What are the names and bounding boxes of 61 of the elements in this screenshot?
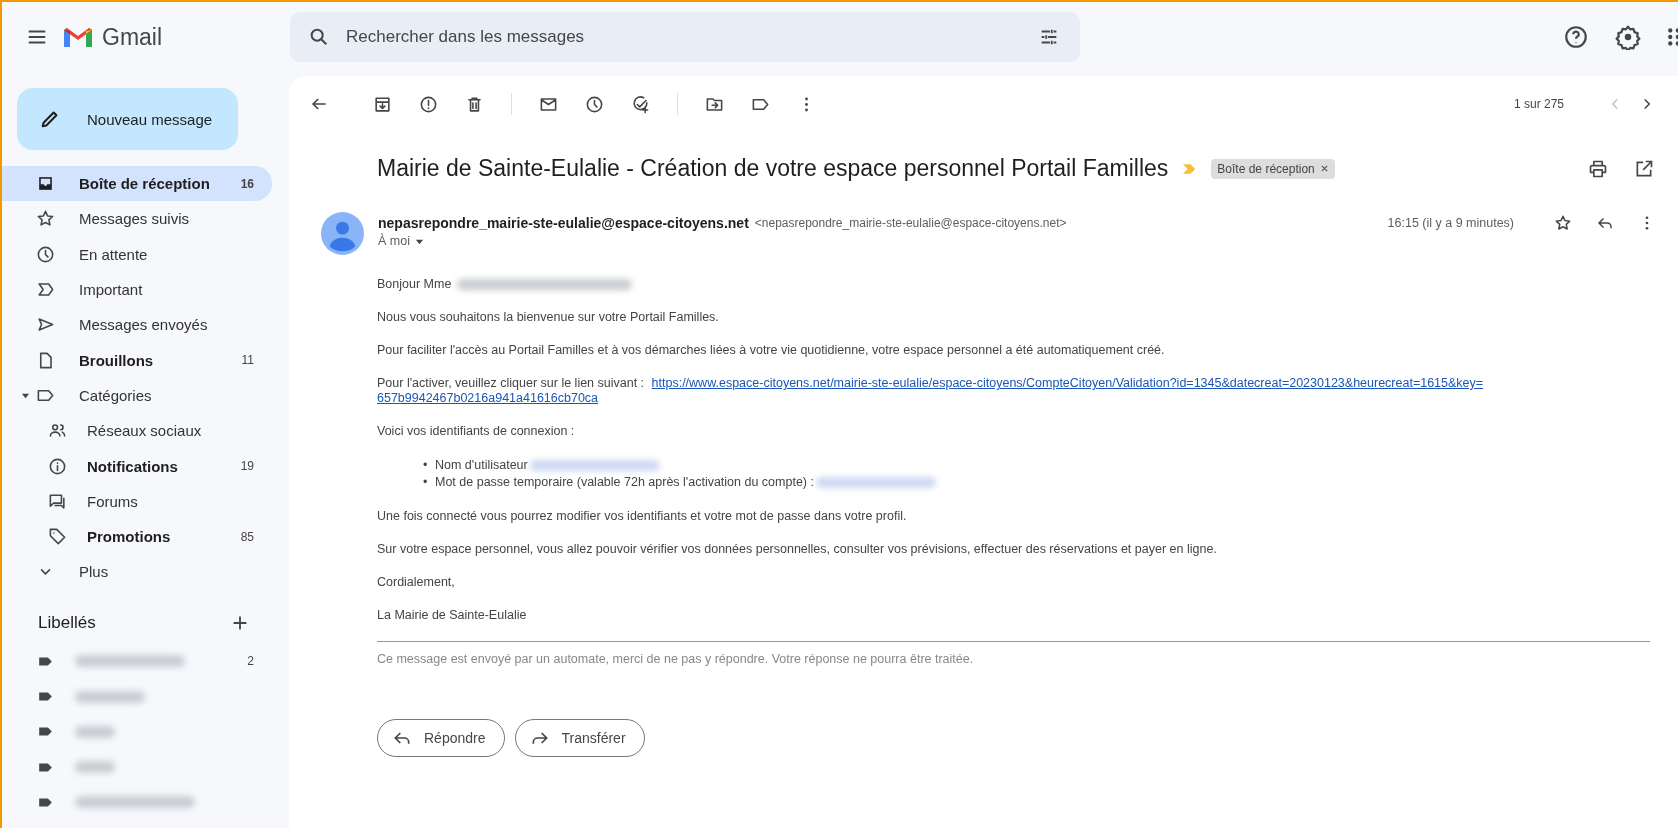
list-item: Nom d'utilisateur (435, 458, 528, 472)
add-task-icon[interactable] (631, 94, 650, 114)
archive-icon[interactable] (373, 94, 392, 114)
body-paragraph: Cordialement, (377, 574, 455, 589)
list-item: Mot de passe temporaire (valable 72h après l'activation du compte) : (435, 474, 814, 489)
open-new-window-icon[interactable] (1634, 158, 1654, 179)
importance-marker-icon[interactable] (1182, 162, 1198, 175)
app-name: Gmail (102, 23, 163, 51)
activation-link[interactable]: https://www.espace-citoyens.net/mairie-ste-eulalie/espace-citoyens/CompteCitoyen/Validation?id=1345&datecreat=20230123&heurecreat=1615&key= (651, 376, 1484, 390)
body-paragraph: Nous vous souhaitons la bienvenue sur votre Portail Familles. (377, 310, 719, 324)
tag-icon (48, 527, 67, 547)
close-icon[interactable] (1319, 164, 1329, 173)
sidebar-item[interactable]: Catégories (2, 377, 272, 414)
sidebar-item[interactable]: En attente (2, 236, 272, 272)
recipient-dropdown[interactable]: À moi (378, 234, 424, 248)
star-icon[interactable] (1554, 214, 1572, 232)
sidebar-item[interactable]: Brouillons 11 (2, 342, 272, 378)
sidebar-item[interactable]: Boîte de réception 16 (2, 166, 272, 202)
message-time: 16:15 (il y a 9 minutes) (1387, 216, 1514, 230)
bullet-marker: • (423, 457, 429, 474)
sidebar-item[interactable]: Promotions 85 (2, 518, 272, 555)
trash-icon[interactable] (465, 94, 484, 114)
forward-button[interactable]: Transférer (514, 718, 645, 757)
reply-button[interactable]: Répondre (377, 718, 505, 757)
info-icon (48, 456, 67, 476)
envelope-logo-icon (62, 25, 94, 49)
labels-heading: Libellés (38, 612, 96, 633)
footer-note: Ce message est envoyé par un automate, merci de ne pas y répondre. Votre réponse ne pourra être traitée. (377, 651, 975, 667)
print-icon[interactable] (1588, 158, 1608, 179)
body-paragraph: Une fois connecté vous pourrez modifier vos identifiants et votre mot de passe dans votre profil. (377, 508, 907, 523)
pagination-text: 1 sur 275 (1513, 97, 1564, 111)
avatar-icon (321, 212, 364, 255)
bullet-marker: • (423, 473, 429, 491)
compose-button[interactable]: Nouveau message (17, 88, 238, 150)
search-field[interactable]: Rechercher dans les messages (290, 12, 1080, 62)
body-paragraph: La Mairie de Sainte-Eulalie (377, 607, 527, 622)
body-paragraph: Pour l'activer, veuillez cliquer sur le lien suivant : (377, 376, 645, 390)
sidebar-item[interactable]: Messages suivis (2, 201, 272, 237)
chat-icon (48, 491, 67, 511)
report-spam-icon[interactable] (419, 94, 438, 114)
sender-name: nepasrepondre_mairie-ste-eulalie@espace-citoyens.net (378, 215, 749, 231)
sidebar-item[interactable]: Messages envoyés (2, 307, 272, 343)
activation-link[interactable]: 657b9942467b0216a941a41616cb70ca (377, 391, 599, 405)
sidebar-item[interactable]: Important (2, 271, 272, 308)
body-paragraph: Pour faciliter l'accès au Portail Familles et à vos démarches liées à votre vie quotidienne, votre espace personnel a été automatiquement créé. (377, 343, 1165, 357)
clock-icon[interactable] (585, 94, 604, 114)
sidebar-item[interactable]: Plus (2, 554, 272, 590)
sidebar-item[interactable]: Forums (2, 483, 272, 519)
body-paragraph: Sur votre espace personnel, vous allez pouvoir vérifier vos données personnelles, consulter vos prévisions, effectuer des réservations et payer en ligne. (377, 541, 1217, 556)
sender-address: <nepasrepondre_mairie-ste-eulalie@espace-citoyens.net> (754, 216, 1067, 230)
body-paragraph: Voici vos identifiants de connexion : (377, 424, 575, 438)
search-icon[interactable] (308, 26, 330, 48)
help-icon[interactable] (1563, 24, 1589, 50)
sidebar-item[interactable]: Notifications 19 (2, 448, 272, 484)
sidebar-item[interactable]: Réseaux sociaux (2, 413, 272, 449)
label-count: 2 (247, 654, 254, 669)
clock-icon (36, 244, 55, 264)
email-subject: Mairie de Sainte-Eulalie - Création de votre espace personnel Portail Familles (377, 155, 1169, 182)
inbox-tag: Boîte de réception (1211, 158, 1335, 179)
body-paragraph: Bonjour Mme (377, 277, 452, 291)
settings-icon[interactable] (1615, 24, 1641, 50)
